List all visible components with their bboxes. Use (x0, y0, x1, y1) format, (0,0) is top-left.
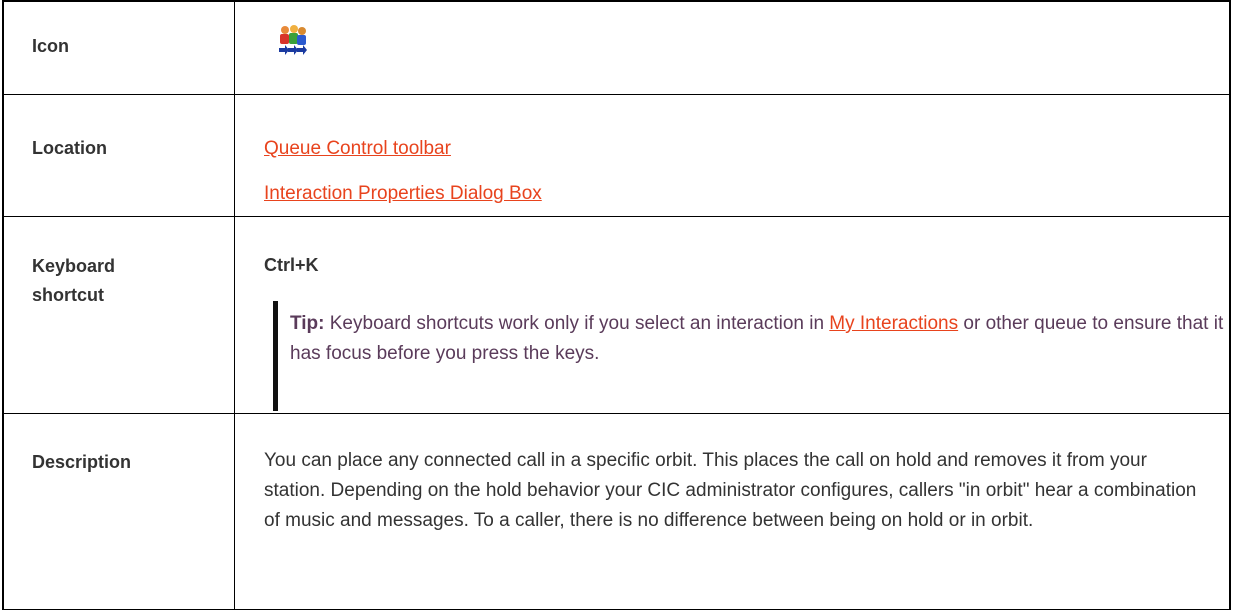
tip-text: Tip: Keyboard shortcuts work only if you… (290, 309, 1251, 369)
location-links: Queue Control toolbar (264, 134, 1201, 164)
interaction-properties-dialog-link[interactable]: Interaction Properties Dialog Box (264, 183, 542, 204)
row-location: Location Queue Control toolbar Interacti… (4, 94, 1229, 216)
row-icon: Icon (4, 0, 1229, 94)
my-interactions-link[interactable]: My Interactions (829, 313, 958, 334)
row-keyboard-shortcut: Keyboard shortcut Ctrl+K Tip: Keyboard s… (4, 216, 1229, 413)
row-description: Description You can place any connected … (4, 413, 1229, 610)
row-label-keyboard-line1: Keyboard (32, 256, 116, 276)
row-label-keyboard: Keyboard shortcut (32, 252, 115, 310)
queue-control-toolbar-link[interactable]: Queue Control toolbar (264, 138, 451, 159)
orbit-people-icon (276, 24, 310, 63)
properties-table: Icon Location Queue Control toolbar Inte… (2, 0, 1231, 610)
tip-text-before: Keyboard shortcuts work only if you sele… (324, 313, 830, 334)
row-label-location: Location (32, 138, 107, 158)
tip-callout: Tip: Keyboard shortcuts work only if you… (273, 301, 1251, 411)
description-text: You can place any connected call in a sp… (264, 450, 1197, 531)
row-label-keyboard-line2: shortcut (32, 285, 104, 305)
row-label-description: Description (32, 452, 132, 472)
tip-label: Tip: (290, 313, 325, 334)
row-label-icon: Icon (32, 36, 70, 56)
keyboard-shortcut-value: Ctrl+K (264, 255, 319, 275)
location-links-2: Interaction Properties Dialog Box (264, 179, 1201, 209)
